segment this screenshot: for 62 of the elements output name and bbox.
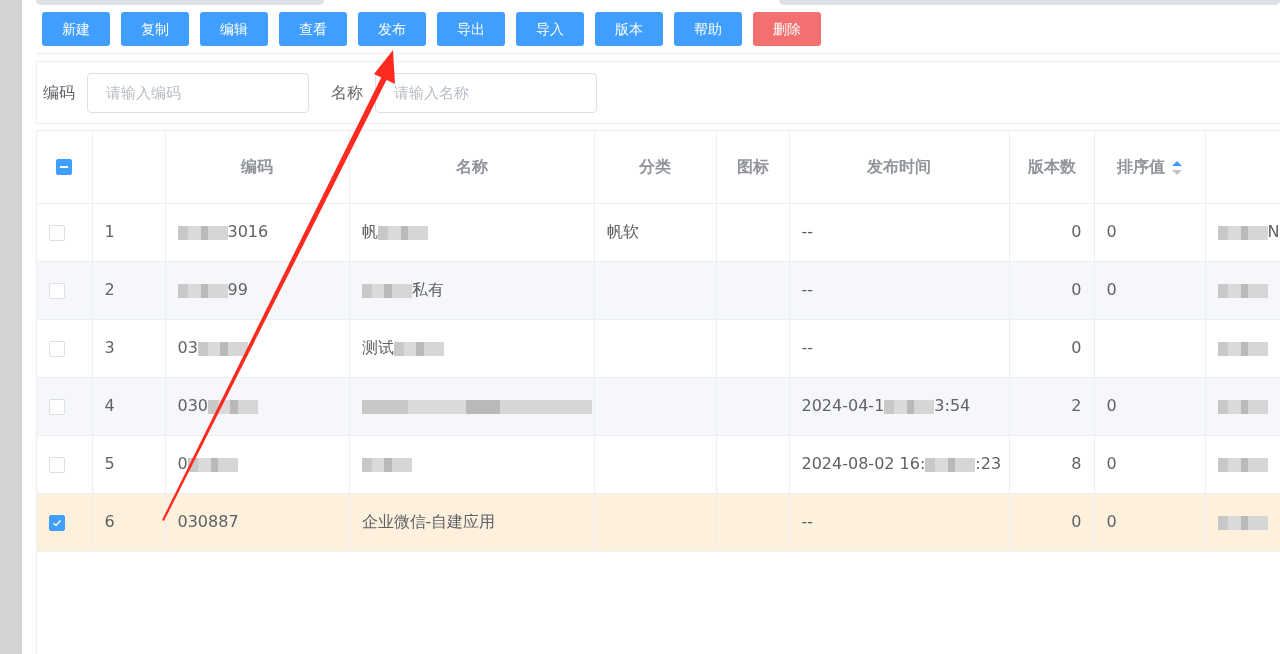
table-cell: 0 xyxy=(1106,222,1117,241)
table-cell: 0 xyxy=(1106,512,1117,531)
table-cell: 3 xyxy=(104,338,115,357)
table-cell: 0 xyxy=(1106,396,1117,415)
table-cell: 8 xyxy=(1071,454,1082,473)
table-cell: 2024-04-1 xyxy=(801,396,885,415)
table-cell: 私有 xyxy=(411,280,444,299)
table-cell: 帆软 xyxy=(606,222,639,241)
column-header: 编码 xyxy=(241,156,273,176)
toolbar-button[interactable]: 导出 xyxy=(437,12,505,46)
table-cell: 5 xyxy=(104,454,115,473)
checkbox[interactable] xyxy=(49,514,65,531)
table-cell: -- xyxy=(801,280,814,299)
table-cell: -- xyxy=(801,222,814,241)
toolbar-button[interactable]: 新建 xyxy=(42,12,110,46)
table-cell: 3:54 xyxy=(934,396,971,415)
table-cell: 0 xyxy=(1106,280,1117,299)
table-cell: 测试 xyxy=(361,338,394,357)
input-field[interactable]: 请输入编码 xyxy=(87,72,309,113)
table-cell: 6 xyxy=(104,512,115,531)
delete-button[interactable]: 删除 xyxy=(753,12,821,46)
field-label: 名称 xyxy=(331,81,363,104)
table-cell: 0 xyxy=(1071,338,1082,357)
table-cell: 帆 xyxy=(361,222,378,241)
toolbar-button[interactable]: 发布 xyxy=(358,12,426,46)
table-cell: 030 xyxy=(177,396,209,415)
toolbar-button[interactable]: 帮助 xyxy=(674,12,742,46)
toolbar-button[interactable]: 编辑 xyxy=(200,12,268,46)
table-cell: 2 xyxy=(104,280,115,299)
field-label: 编码 xyxy=(43,81,75,104)
column-header: 分类 xyxy=(639,156,671,176)
toolbar-button[interactable]: 复制 xyxy=(121,12,189,46)
column-header: 发布时间 xyxy=(867,156,931,176)
table-cell: 4 xyxy=(104,396,115,415)
toolbar-button[interactable]: 版本 xyxy=(595,12,663,46)
table-cell: 1 xyxy=(104,222,115,241)
table-cell: 0 xyxy=(177,454,188,473)
table-cell: 3016 xyxy=(227,222,269,241)
table-cell: 2 xyxy=(1071,396,1082,415)
table-cell: N xyxy=(1267,222,1280,241)
minus-icon xyxy=(60,166,69,169)
table-cell: 0 xyxy=(1071,222,1082,241)
table-cell: 0 xyxy=(1071,512,1082,531)
toolbar-button[interactable]: 查看 xyxy=(279,12,347,46)
table-cell: 030887 xyxy=(177,512,239,531)
table-cell: 2024-08-02 16: xyxy=(801,454,926,473)
table-cell: 99 xyxy=(227,280,248,299)
table-cell: 03 xyxy=(177,338,198,357)
column-header: 图标 xyxy=(736,156,769,176)
input-field[interactable]: 请输入名称 xyxy=(375,72,597,113)
toolbar-button[interactable]: 导入 xyxy=(516,12,584,46)
table-cell: 0 xyxy=(1071,280,1082,299)
column-header: 排序值 xyxy=(1116,156,1165,176)
column-header: 版本数 xyxy=(1027,156,1076,176)
table-cell: -- xyxy=(801,338,814,357)
column-header: 名称 xyxy=(455,156,488,176)
checkbox[interactable] xyxy=(56,159,73,176)
table-cell: 企业微信-自建应用 xyxy=(361,512,496,531)
table-cell: :23 xyxy=(975,454,1002,473)
table-cell: 0 xyxy=(1106,454,1117,473)
table-cell: -- xyxy=(801,512,814,531)
checkmark-icon xyxy=(53,519,61,526)
